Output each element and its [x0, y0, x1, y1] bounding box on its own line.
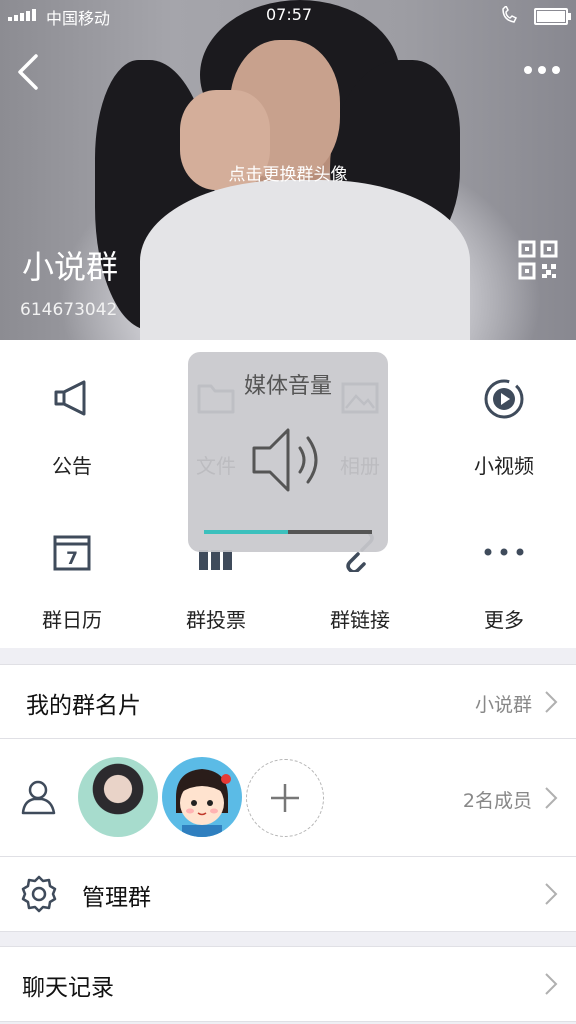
- member-avatar[interactable]: [78, 757, 158, 837]
- speaker-icon: [252, 428, 318, 492]
- calendar-icon: 7: [53, 535, 91, 571]
- calendar-day: 7: [66, 549, 78, 569]
- signal-icon: [8, 9, 36, 21]
- photo-sweater: [140, 180, 470, 340]
- volume-level: [204, 530, 288, 534]
- megaphone-icon: [54, 380, 86, 416]
- cartoon-avatar-icon: [176, 769, 231, 837]
- more-icon: [484, 548, 524, 556]
- gear-icon: [21, 875, 57, 913]
- group-name: 小说群: [22, 248, 119, 286]
- action-label: 群日历: [42, 608, 102, 632]
- action-short-video[interactable]: 小视频: [432, 378, 576, 488]
- my-group-card-value: 小说群: [474, 694, 532, 716]
- action-label: 更多: [484, 608, 524, 632]
- member-count: 2名成员: [462, 790, 532, 812]
- chevron-right-icon: [545, 787, 558, 809]
- members-row[interactable]: 2名成员: [0, 738, 576, 858]
- change-avatar-hint[interactable]: 点击更换群头像: [0, 160, 576, 185]
- chat-history-row[interactable]: 聊天记录: [0, 946, 576, 1022]
- action-announcement[interactable]: 公告: [0, 378, 144, 488]
- manage-group-title: 管理群: [82, 885, 151, 911]
- media-volume-overlay: 媒体音量: [188, 352, 388, 552]
- group-id: 614673042: [20, 300, 118, 320]
- member-avatar[interactable]: [162, 757, 242, 837]
- battery-icon: [534, 8, 571, 25]
- action-group-calendar[interactable]: 7 群日历: [0, 532, 144, 632]
- add-member-button[interactable]: [246, 759, 324, 837]
- plus-icon: [271, 784, 299, 812]
- chevron-right-icon: [545, 883, 558, 905]
- call-hd-icon: [502, 6, 518, 23]
- my-group-card-title: 我的群名片: [26, 693, 141, 719]
- qr-code-icon[interactable]: [518, 240, 558, 280]
- members-icon: [21, 780, 56, 815]
- manage-group-row[interactable]: 管理群: [0, 856, 576, 932]
- status-bar: 中国移动 07:57: [0, 0, 576, 30]
- chevron-right-icon: [545, 973, 558, 995]
- back-icon[interactable]: [12, 52, 52, 92]
- volume-slider[interactable]: [204, 530, 372, 534]
- action-more[interactable]: 更多: [432, 532, 576, 632]
- action-label: 群链接: [330, 608, 390, 632]
- action-label: 群投票: [186, 608, 246, 632]
- chevron-right-icon: [545, 691, 558, 713]
- my-group-card-row[interactable]: 我的群名片 小说群: [0, 664, 576, 740]
- video-icon: [484, 379, 524, 419]
- chat-history-title: 聊天记录: [22, 975, 114, 1001]
- clock: 07:57: [266, 5, 313, 24]
- action-label: 公告: [52, 454, 92, 478]
- volume-title: 媒体音量: [243, 374, 332, 399]
- carrier-name: 中国移动: [46, 9, 111, 28]
- action-label: 小视频: [474, 454, 534, 478]
- more-options-icon[interactable]: [522, 58, 562, 82]
